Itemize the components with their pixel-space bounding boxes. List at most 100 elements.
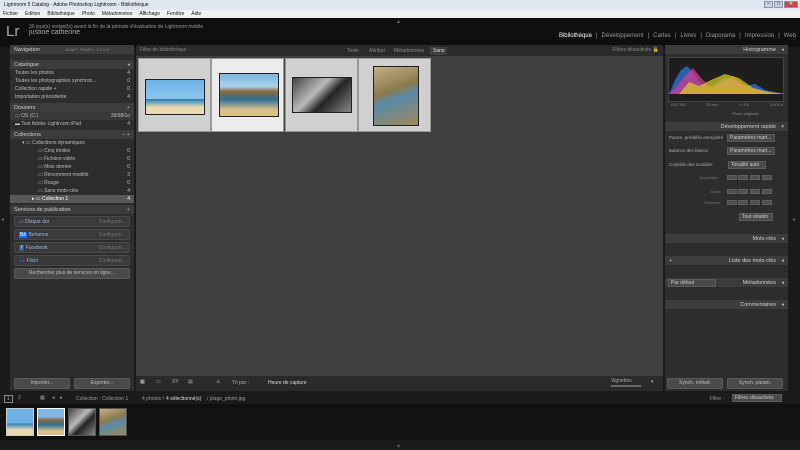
catalog-item[interactable]: Toutes les photos 4 — [10, 69, 134, 77]
folders-header[interactable]: Dossiers + — [10, 103, 134, 112]
catalog-item[interactable]: Collection rapide + 0 — [10, 85, 134, 93]
photo-mountain-biker[interactable] — [373, 66, 419, 126]
smart-collection-item[interactable]: ▭ Fichiers vidéo 0 — [10, 155, 134, 163]
expand-icon[interactable]: ◂ — [781, 236, 784, 242]
page-2-button[interactable]: 2 — [18, 395, 21, 401]
filter-state[interactable]: Filtres désactivés — [612, 47, 651, 53]
clarity-increase[interactable] — [750, 189, 760, 194]
smart-collection-item[interactable]: ▭ Sans mots-clés 4 — [10, 187, 134, 195]
metadata-preset-dropdown[interactable]: Par défaut — [668, 279, 716, 287]
module-diaporama[interactable]: Diaporama — [706, 33, 735, 39]
publish-behance[interactable]: Bē Behance Configurer... — [14, 229, 130, 240]
add-icon[interactable]: + — [127, 105, 130, 111]
grid-view-icon[interactable]: ▦ — [140, 379, 145, 385]
keywords-header[interactable]: Mots-clés ◂ — [665, 234, 788, 243]
compare-view-icon[interactable]: XY — [172, 379, 179, 385]
vibrance-decrease-more[interactable] — [727, 200, 737, 205]
maximize-button[interactable]: □ — [774, 1, 783, 8]
filmstrip-thumb-selected[interactable] — [37, 408, 65, 436]
vibrance-increase[interactable] — [750, 200, 760, 205]
filmstrip-thumb[interactable] — [68, 408, 96, 436]
collections-header[interactable]: Collections – + — [10, 130, 134, 139]
collapse-icon[interactable]: ◂ — [781, 47, 784, 53]
menu-photo[interactable]: Photo — [82, 11, 95, 17]
quick-develop-header[interactable]: Développement rapide ▾ — [665, 122, 788, 131]
module-cartes[interactable]: Cartes — [653, 33, 671, 39]
close-button[interactable]: ✕ — [784, 1, 798, 8]
configure-link[interactable]: Configurer... — [99, 232, 126, 238]
filmstrip-filter-dropdown[interactable]: Filtres désactivés — [732, 394, 782, 402]
preset-dropdown[interactable]: Paramètres mart... — [727, 134, 775, 142]
collapse-icon[interactable]: ▾ — [781, 124, 784, 130]
module-web[interactable]: Web — [784, 33, 796, 39]
keyword-list-header[interactable]: + Liste des mots-clés ◂ — [665, 256, 788, 265]
photo-beach-umbrellas[interactable] — [145, 79, 205, 115]
zoom-1-1[interactable]: 1:1 — [96, 47, 102, 52]
comments-header[interactable]: Commentaires ◂ — [665, 300, 788, 309]
configure-link[interactable]: Configurer... — [99, 245, 126, 251]
filter-tab-attribute[interactable]: Attribut — [366, 47, 388, 55]
left-panel-toggle-icon[interactable]: ◂ — [1, 216, 4, 223]
find-more-services-button[interactable]: Rechercher plus de services en ligne... — [14, 268, 130, 279]
white-balance-dropdown[interactable]: Paramètres mart... — [727, 147, 775, 155]
exposure-increase[interactable] — [750, 175, 760, 180]
photo-black-white[interactable] — [292, 77, 352, 113]
menu-fichier[interactable]: Fichier — [3, 11, 18, 17]
sort-dropdown[interactable]: Heure de capture — [268, 380, 307, 386]
grid-cell[interactable] — [285, 58, 358, 132]
filter-tab-text[interactable]: Texte — [344, 47, 362, 55]
painter-icon[interactable]: ♙ — [216, 379, 220, 385]
top-panel-toggle-icon[interactable]: ▴ — [397, 18, 400, 25]
grid-cell[interactable] — [358, 58, 431, 132]
photo-beach-landscape[interactable] — [219, 73, 279, 117]
smart-collection-item[interactable]: ▭ Mois dernier 0 — [10, 163, 134, 171]
source-label[interactable]: Collection : Collection 1 — [76, 396, 128, 402]
lock-icon[interactable]: 🔓 — [653, 47, 659, 53]
metadata-header[interactable]: Par défaut Métadonnées ◂ — [665, 278, 788, 287]
publish-flickr[interactable]: ●● Flickr Configurer... — [14, 255, 130, 266]
publish-harddrive[interactable]: ▭ Disque dur Configurer... — [14, 216, 130, 227]
minimize-button[interactable]: – — [764, 1, 773, 8]
zoom-fill[interactable]: REMPL. — [80, 47, 95, 52]
zoom-1-3[interactable]: 1:3 — [103, 47, 109, 52]
survey-view-icon[interactable]: ▤ — [188, 379, 193, 385]
module-impression[interactable]: Impression — [745, 33, 774, 39]
catalog-header[interactable]: Catalogue ◂ — [10, 60, 134, 69]
configure-link[interactable]: Configurer... — [99, 258, 126, 264]
collection-item[interactable]: ▸ ▭ Collection 1 4 — [10, 195, 134, 203]
thumbnail-size-slider[interactable] — [611, 385, 641, 387]
import-button[interactable]: Importer... — [14, 378, 70, 389]
collapse-icon[interactable]: ◂ — [127, 62, 130, 68]
sync-metadata-button[interactable]: Synch. métad. — [667, 378, 723, 389]
catalog-item[interactable]: Toutes les photographies synchron... 0 — [10, 77, 134, 85]
exposure-decrease[interactable] — [738, 175, 748, 180]
right-panel-toggle-icon[interactable]: ▸ — [793, 216, 796, 223]
exposure-decrease-more[interactable] — [727, 175, 737, 180]
vibrance-increase-more[interactable] — [762, 200, 772, 205]
grid-icon[interactable]: ▦ — [40, 395, 45, 401]
reset-all-button[interactable]: Tout rétablir — [739, 213, 773, 221]
grid-cell[interactable] — [138, 58, 211, 132]
bottom-panel-toggle-icon[interactable]: ▾ — [397, 443, 400, 450]
exposure-increase-more[interactable] — [762, 175, 772, 180]
expand-icon[interactable]: ◂ — [781, 258, 784, 264]
loupe-view-icon[interactable]: ▭ — [156, 379, 161, 385]
grid-cell-selected[interactable] — [211, 58, 284, 132]
forward-arrow-icon[interactable]: ▸ — [60, 395, 63, 401]
menu-affichage[interactable]: Affichage — [139, 11, 160, 17]
zoom-fit[interactable]: ADAPT. — [65, 47, 79, 52]
filter-tab-none[interactable]: Sans — [430, 47, 448, 55]
publish-facebook[interactable]: f Facebook Configurer... — [14, 242, 130, 253]
expand-icon[interactable]: ◂ — [781, 302, 784, 308]
auto-tone-button[interactable]: Tonalité auto — [728, 161, 766, 169]
menu-edition[interactable]: Edition — [25, 11, 40, 17]
folder-item[interactable]: ▬ Test Adobe Lightroom iPad 4 — [10, 120, 134, 128]
module-developpement[interactable]: Développement — [602, 33, 644, 39]
sync-settings-button[interactable]: Synch. param. — [727, 378, 783, 389]
expand-icon[interactable]: ◂ — [781, 280, 784, 286]
export-button[interactable]: Exporter... — [74, 378, 130, 389]
catalog-item[interactable]: Importation précédente 4 — [10, 93, 134, 101]
smart-collection-item[interactable]: ▭ Rouge 0 — [10, 179, 134, 187]
toolbar-menu-icon[interactable]: ▾ — [651, 379, 654, 385]
back-arrow-icon[interactable]: ◂ — [52, 395, 55, 401]
